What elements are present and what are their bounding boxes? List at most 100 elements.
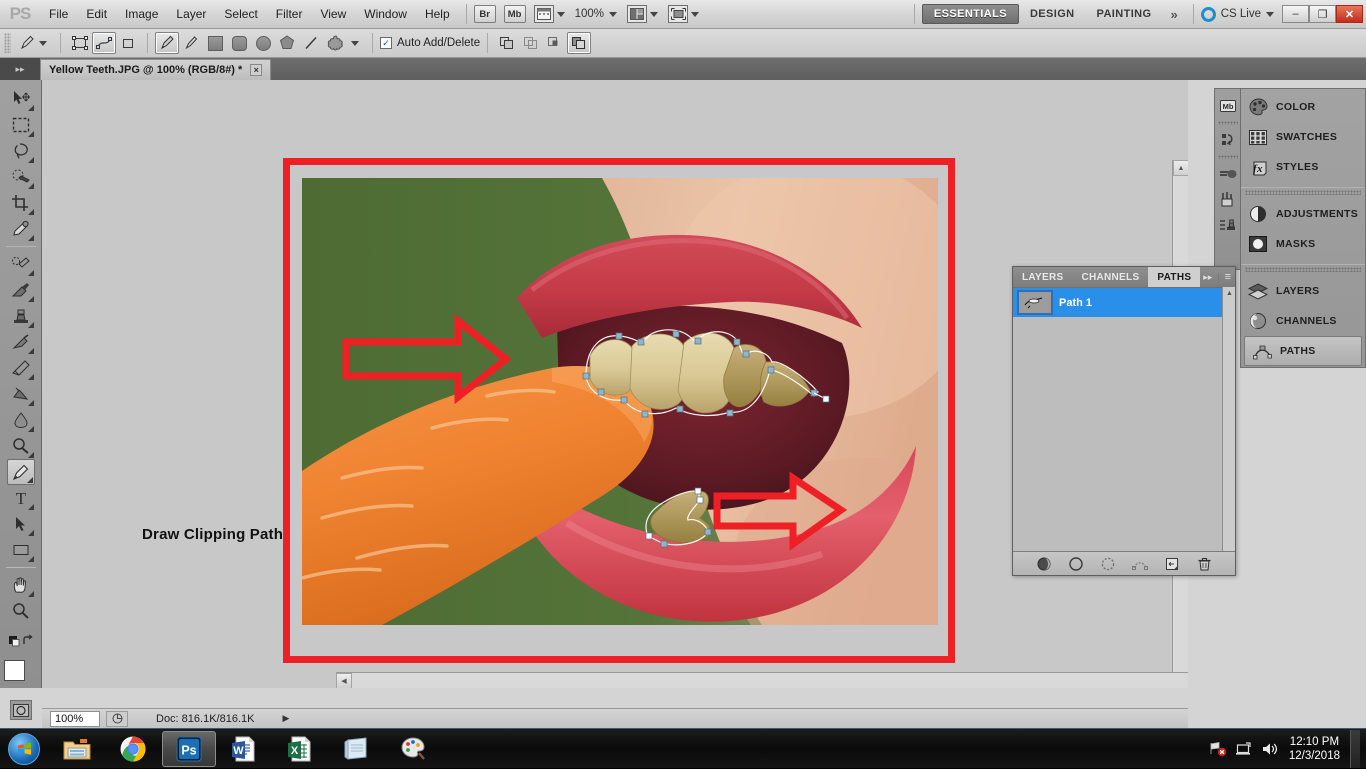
dock-item-masks[interactable]: MASKS xyxy=(1241,229,1365,259)
zoom-level-dropdown-icon[interactable] xyxy=(609,11,618,17)
screen-mode-icon[interactable] xyxy=(668,5,689,23)
exclude-overlapping-path-areas-button[interactable] xyxy=(567,32,592,54)
document-image[interactable] xyxy=(302,178,938,625)
mini-bridge-icon[interactable]: Mb xyxy=(1217,93,1239,119)
dock-item-swatches[interactable]: SWATCHES xyxy=(1241,122,1365,152)
eyedropper-tool[interactable] xyxy=(7,216,35,242)
dock-drag-dots[interactable] xyxy=(1245,190,1361,195)
options-bar-grip[interactable] xyxy=(4,33,11,53)
make-work-path-from-selection-button[interactable] xyxy=(1132,556,1148,572)
auto-add-delete-checkbox-group[interactable]: ✓ Auto Add/Delete xyxy=(380,37,480,49)
cs-live-dropdown-icon[interactable] xyxy=(1266,11,1274,17)
close-icon[interactable]: × xyxy=(250,64,263,76)
pen-tool[interactable] xyxy=(6,459,35,485)
show-desktop-button[interactable] xyxy=(1350,730,1360,768)
menu-layer[interactable]: Layer xyxy=(167,3,215,25)
taskbar-item-paint[interactable] xyxy=(386,731,440,767)
tab-channels[interactable]: CHANNELS xyxy=(1072,267,1148,287)
custom-shape-dropdown-icon[interactable] xyxy=(351,40,359,46)
move-tool[interactable] xyxy=(7,86,35,112)
document-tab-yellow-teeth[interactable]: Yellow Teeth.JPG @ 100% (RGB/8#) * × xyxy=(40,59,272,80)
menu-edit[interactable]: Edit xyxy=(77,3,116,25)
shape-layers-button[interactable] xyxy=(68,32,92,54)
ellipse-tool-button[interactable] xyxy=(251,32,275,54)
taskbar-item-microsoft-word[interactable]: W xyxy=(218,731,272,767)
default-colors-and-swap[interactable] xyxy=(7,628,35,654)
tool-preset-dropdown-icon[interactable] xyxy=(39,40,47,46)
canvas-horizontal-scrollbar[interactable]: ◀ ▶ xyxy=(336,672,1188,688)
arrange-documents-icon[interactable] xyxy=(627,5,648,23)
history-icon[interactable] xyxy=(1217,127,1239,153)
current-tool-pen-icon[interactable] xyxy=(15,32,39,54)
delete-current-path-button[interactable] xyxy=(1196,556,1212,572)
brush-icon[interactable] xyxy=(1217,161,1239,187)
color-swatches[interactable] xyxy=(3,660,38,692)
status-expand-icon[interactable]: ▶ xyxy=(282,713,289,724)
scroll-left-icon[interactable]: ◀ xyxy=(336,673,352,688)
load-path-as-selection-button[interactable] xyxy=(1100,556,1116,572)
brush-tool[interactable] xyxy=(7,277,35,303)
dock-item-adjustments[interactable]: ADJUSTMENTS xyxy=(1241,199,1365,229)
rectangle-tool[interactable] xyxy=(7,537,35,563)
polygon-tool-button[interactable] xyxy=(275,32,299,54)
more-workspaces-icon[interactable]: » xyxy=(1162,7,1185,22)
pen-tool-button[interactable] xyxy=(155,32,179,54)
view-extras-icon[interactable] xyxy=(533,5,554,23)
menu-image[interactable]: Image xyxy=(116,3,167,25)
rectangular-marquee-tool[interactable] xyxy=(7,112,35,138)
list-item[interactable]: Path 1 xyxy=(1013,288,1235,317)
clone-stamp-tool[interactable] xyxy=(7,303,35,329)
start-orb[interactable] xyxy=(0,730,48,768)
menu-help[interactable]: Help xyxy=(416,3,459,25)
scroll-up-icon[interactable]: ▲ xyxy=(1223,287,1236,300)
launch-bridge-button[interactable]: Br xyxy=(473,5,496,23)
hand-tool[interactable] xyxy=(7,572,35,598)
workspace-design[interactable]: DESIGN xyxy=(1019,4,1086,24)
dock-item-styles[interactable]: fx STYLES xyxy=(1241,152,1365,182)
paths-panel-scrollbar[interactable]: ▲ xyxy=(1222,287,1235,551)
minimize-button[interactable]: – xyxy=(1282,5,1309,23)
dock-item-channels[interactable]: CHANNELS xyxy=(1241,306,1365,336)
arrange-documents-dropdown-icon[interactable] xyxy=(650,11,659,17)
taskbar-item-google-chrome[interactable] xyxy=(106,731,160,767)
taskbar-item-microsoft-excel[interactable]: X xyxy=(274,731,328,767)
intersect-path-areas-button[interactable] xyxy=(543,32,567,54)
lasso-tool[interactable] xyxy=(7,138,35,164)
taskbar-item-adobe-photoshop[interactable]: Ps xyxy=(162,730,216,767)
gradient-tool[interactable] xyxy=(7,381,35,407)
foreground-color-swatch[interactable] xyxy=(3,660,25,681)
volume-icon[interactable] xyxy=(1259,738,1281,760)
collapse-panel-icon[interactable]: ▸▸ xyxy=(1203,272,1212,283)
taskbar-item-notepad[interactable] xyxy=(330,731,384,767)
zoom-level-input[interactable]: 100% xyxy=(50,710,100,727)
menu-filter[interactable]: Filter xyxy=(267,3,312,25)
tab-paths[interactable]: PATHS xyxy=(1148,267,1201,287)
dock-item-color[interactable]: COLOR xyxy=(1241,92,1365,122)
fill-pixels-button[interactable] xyxy=(116,32,140,54)
stroke-path-with-brush-button[interactable] xyxy=(1068,556,1084,572)
path-selection-tool[interactable] xyxy=(7,511,35,537)
taskbar-item-windows-explorer[interactable] xyxy=(50,731,104,767)
paths-button[interactable] xyxy=(92,32,116,54)
horizontal-type-tool[interactable]: T xyxy=(7,485,35,511)
scroll-up-icon[interactable]: ▲ xyxy=(1173,160,1188,176)
fill-path-with-foreground-color-button[interactable] xyxy=(1036,556,1052,572)
action-center-icon[interactable] xyxy=(1233,738,1255,760)
restore-button[interactable]: ❐ xyxy=(1309,5,1336,23)
menu-view[interactable]: View xyxy=(311,3,355,25)
panel-menu-icon[interactable]: ≡ xyxy=(1225,271,1231,283)
crop-tool[interactable] xyxy=(7,190,35,216)
custom-shape-tool-button[interactable] xyxy=(323,32,347,54)
menu-select[interactable]: Select xyxy=(215,3,266,25)
paths-list[interactable]: Path 1 xyxy=(1013,287,1235,551)
zoom-tool[interactable] xyxy=(7,598,35,624)
edit-in-quick-mask-mode-button[interactable] xyxy=(9,700,32,720)
add-to-path-area-button[interactable] xyxy=(495,32,519,54)
blur-tool[interactable] xyxy=(7,407,35,433)
rectangle-tool-button[interactable] xyxy=(203,32,227,54)
dock-item-layers[interactable]: LAYERS xyxy=(1241,276,1365,306)
network-error-icon[interactable] xyxy=(1207,738,1229,760)
create-new-path-button[interactable] xyxy=(1164,556,1180,572)
tool-presets-icon[interactable] xyxy=(1217,187,1239,213)
close-button[interactable]: ✕ xyxy=(1336,5,1363,23)
